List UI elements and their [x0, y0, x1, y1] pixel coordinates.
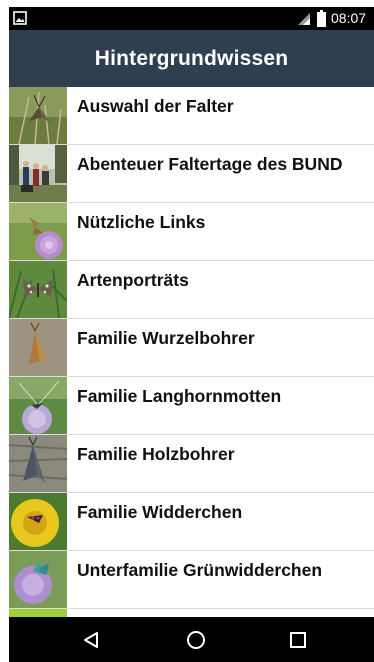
list-item-label: Nützliche Links [77, 212, 206, 232]
recents-icon [290, 631, 306, 648]
people-in-park-thumbnail [9, 145, 67, 202]
list-item-label: Artenporträts [77, 270, 189, 290]
forester-on-purple-flower-thumbnail [9, 551, 67, 608]
app-screen: 08:07 Hintergrundwissen Auswahl der Falt… [0, 0, 374, 662]
list-item-nuetzliche-links[interactable]: Nützliche Links [9, 203, 374, 261]
back-icon [84, 631, 98, 648]
partial-thumbnail [9, 609, 67, 617]
brown-moth-thumbnail [9, 319, 67, 376]
recents-button[interactable] [268, 617, 328, 662]
list-item-label: Abenteuer Faltertage des BUND [77, 154, 343, 174]
topic-list[interactable]: Auswahl der Falter Abenteuer Faltertage … [9, 87, 374, 617]
image-notification-icon [13, 11, 27, 25]
burnet-on-yellow-flower-thumbnail [9, 493, 67, 550]
list-item-abenteuer-faltertage[interactable]: Abenteuer Faltertage des BUND [9, 145, 374, 203]
signal-icon [298, 13, 310, 25]
status-bar: 08:07 [9, 7, 374, 30]
moth-on-grass-thumbnail [9, 87, 67, 144]
navigation-bar [9, 617, 374, 662]
list-item-label: Familie Langhornmotten [77, 386, 282, 406]
home-button[interactable] [166, 617, 226, 662]
list-item-familie-wurzelbohrer[interactable]: Familie Wurzelbohrer [9, 319, 374, 377]
list-item-label: Familie Wurzelbohrer [77, 328, 255, 348]
skipper-butterfly-thumbnail [9, 261, 67, 318]
list-item-familie-widderchen[interactable]: Familie Widderchen [9, 493, 374, 551]
list-item-label: Familie Widderchen [77, 502, 243, 522]
longhorn-moth-on-flower-thumbnail [9, 377, 67, 434]
list-item-auswahl-der-falter[interactable]: Auswahl der Falter [9, 87, 374, 145]
page-title: Hintergrundwissen [94, 46, 289, 70]
list-item-partial[interactable] [9, 609, 374, 617]
list-item-label: Familie Holzbohrer [77, 444, 235, 464]
home-icon [187, 630, 205, 649]
list-item-label: Auswahl der Falter [77, 96, 234, 116]
back-button[interactable] [61, 617, 121, 662]
clock: 08:07 [331, 10, 367, 26]
list-item-artenportraets[interactable]: Artenporträts [9, 261, 374, 319]
list-item-label: Unterfamilie Grünwidderchen [77, 560, 323, 580]
butterfly-on-purple-flower-thumbnail [9, 203, 67, 260]
list-item-familie-holzbohrer[interactable]: Familie Holzbohrer [9, 435, 374, 493]
list-item-familie-langhornmotten[interactable]: Familie Langhornmotten [9, 377, 374, 435]
battery-icon [317, 10, 326, 27]
list-item-unterfamilie-gruenwidderchen[interactable]: Unterfamilie Grünwidderchen [9, 551, 374, 609]
grey-moth-on-bark-thumbnail [9, 435, 67, 492]
app-toolbar: Hintergrundwissen [9, 30, 374, 87]
